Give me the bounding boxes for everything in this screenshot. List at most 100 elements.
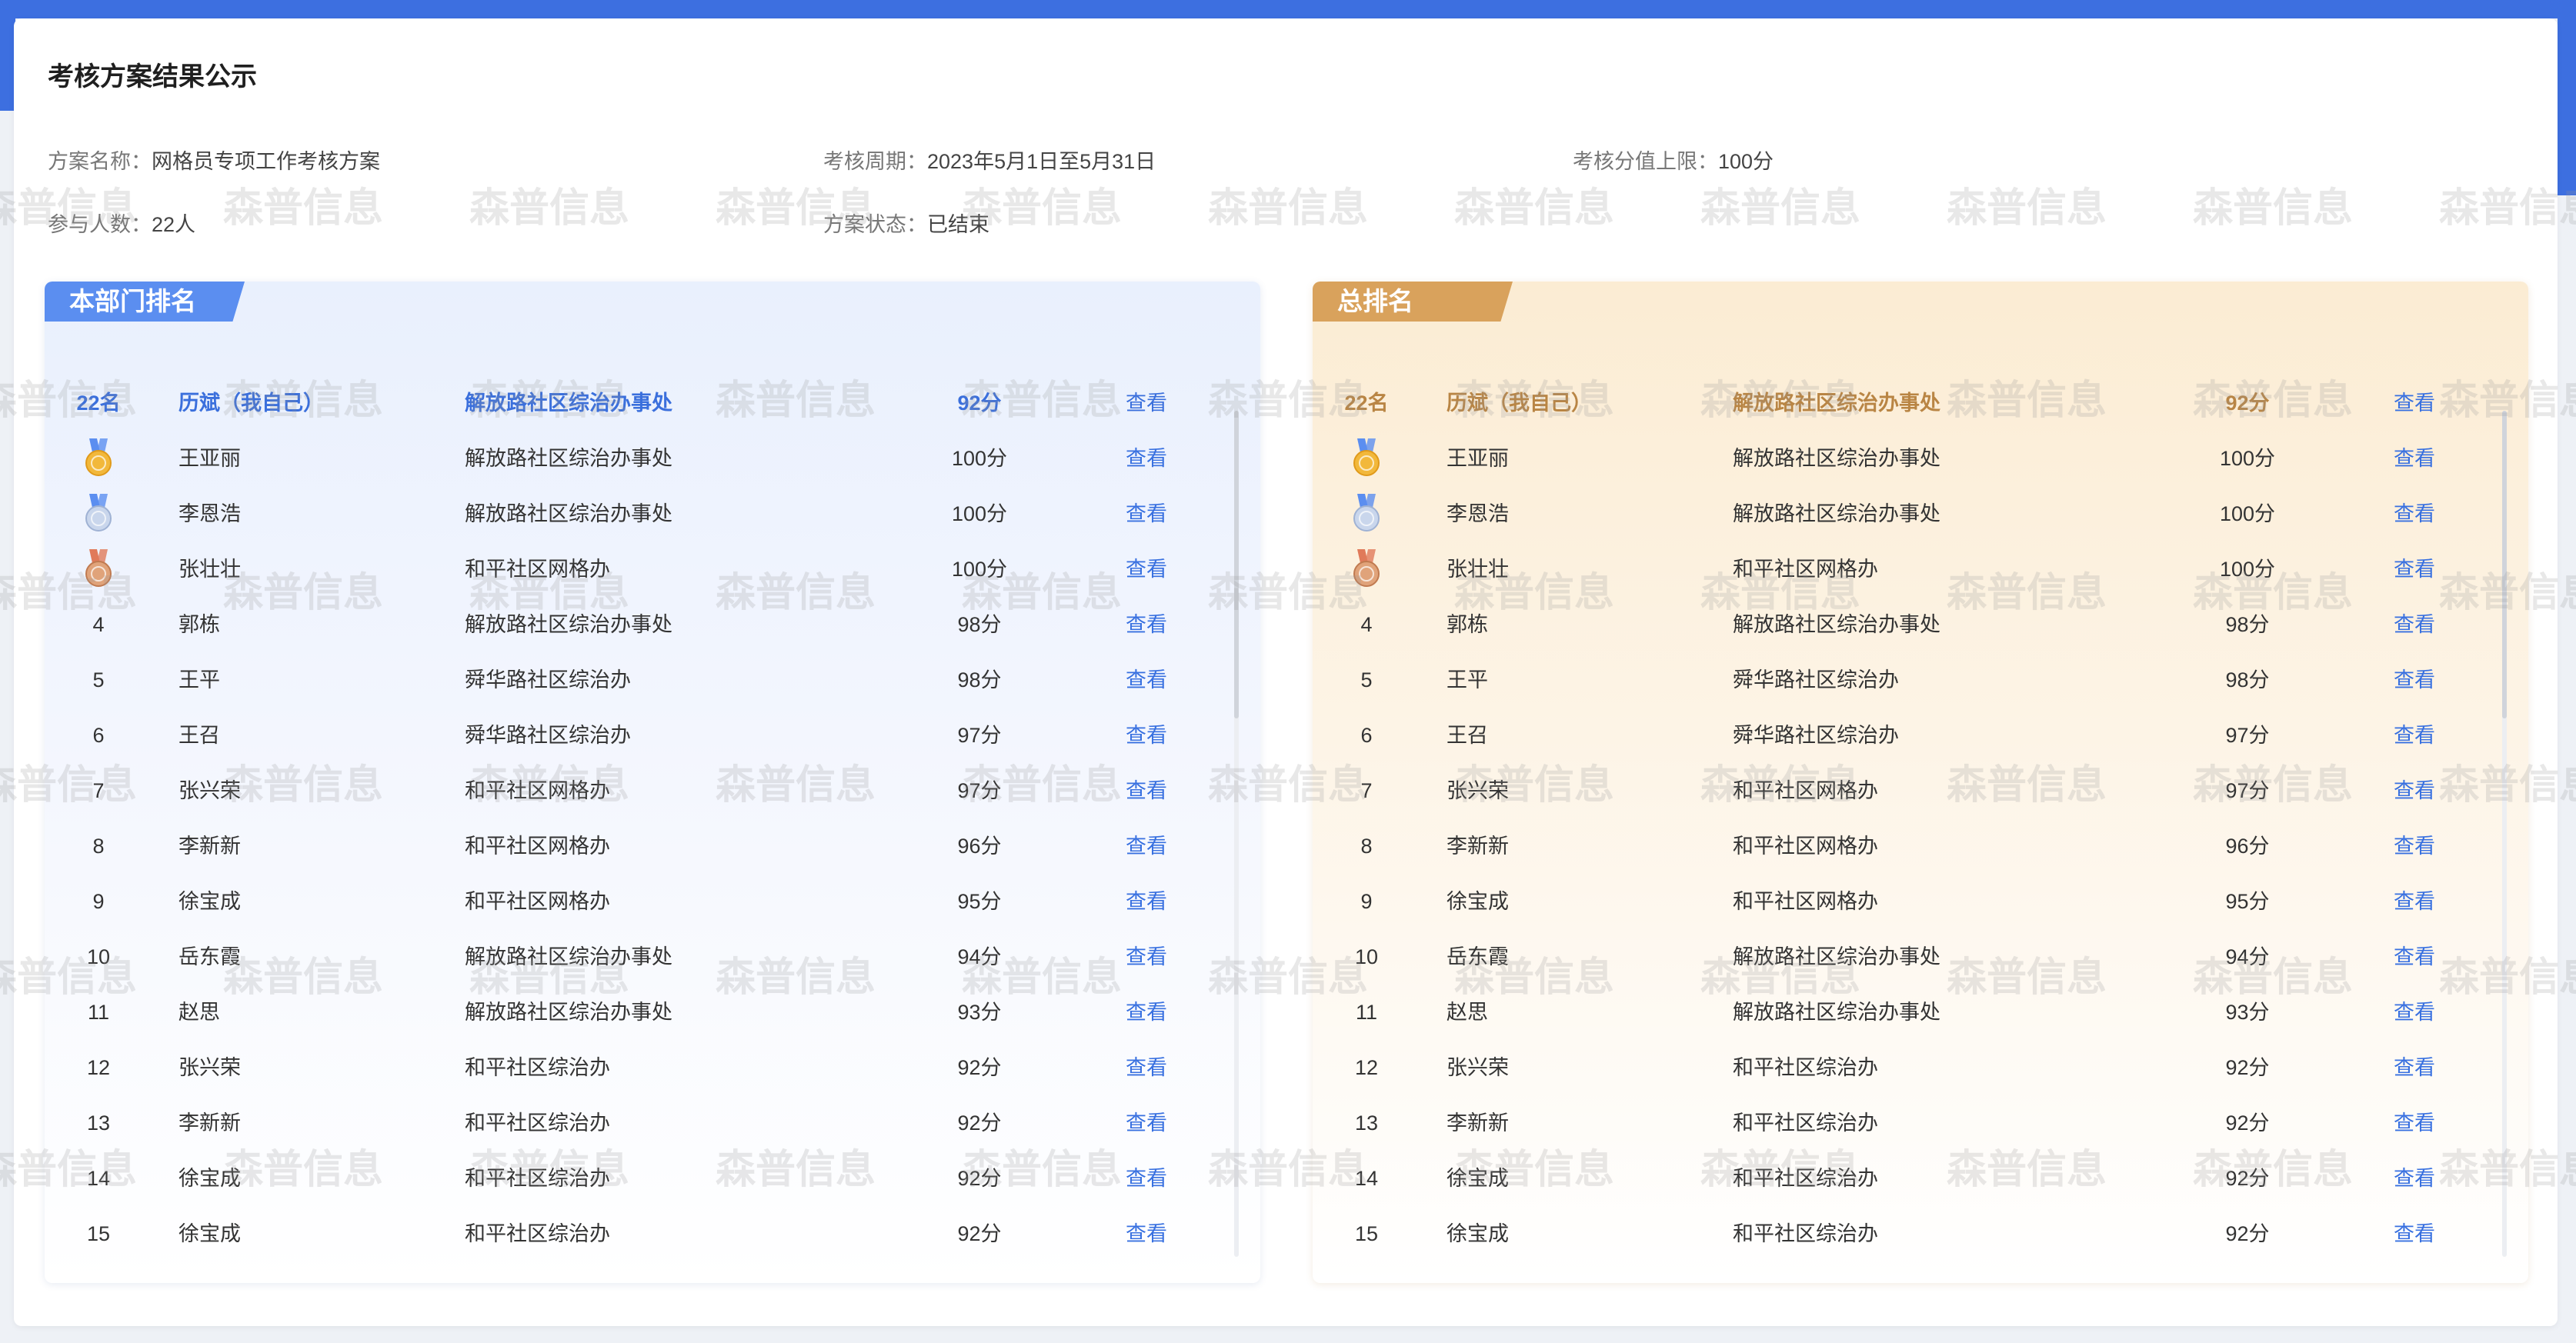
- view-link[interactable]: 查看: [1126, 652, 1167, 708]
- name-cell: 历斌（我自己）: [1446, 392, 1592, 415]
- view-link[interactable]: 查看: [1126, 763, 1167, 818]
- view-link[interactable]: 查看: [2394, 597, 2435, 652]
- rank-cell: 9: [92, 890, 105, 913]
- score-cell: 96分: [2225, 835, 2270, 858]
- view-link[interactable]: 查看: [2394, 431, 2435, 486]
- dept-cell: 和平社区网格办: [1733, 890, 1878, 913]
- name-cell: 赵思: [1446, 1001, 1488, 1024]
- score-cell: 100分: [2219, 558, 2276, 581]
- view-link[interactable]: 查看: [2394, 818, 2435, 874]
- view-link[interactable]: 查看: [2394, 1095, 2435, 1151]
- name-cell: 王亚丽: [1446, 447, 1509, 470]
- table-row: 15 徐宝成 和平社区综治办 92分 查看: [45, 1206, 1260, 1261]
- dept-cell: 和平社区网格办: [1733, 558, 1878, 581]
- name-cell: 张壮壮: [179, 558, 241, 581]
- view-link[interactable]: 查看: [1126, 1151, 1167, 1206]
- view-link[interactable]: 查看: [1126, 375, 1167, 431]
- view-link[interactable]: 查看: [1126, 818, 1167, 874]
- cycle-label: 考核周期：: [823, 150, 927, 173]
- view-link[interactable]: 查看: [1126, 1040, 1167, 1095]
- table-row: 5 王平 舜华路社区综治办 98分 查看: [45, 652, 1260, 708]
- name-cell: 岳东霞: [1446, 945, 1509, 968]
- view-link[interactable]: 查看: [2394, 929, 2435, 985]
- dept-cell: 解放路社区综治办事处: [465, 447, 672, 470]
- max-score-label: 考核分值上限：: [1573, 150, 1718, 173]
- rank-cell: 5: [1360, 668, 1373, 691]
- score-cell: 97分: [957, 779, 1002, 802]
- dept-cell: 和平社区网格办: [465, 890, 610, 913]
- table-row: 10 岳东霞 解放路社区综治办事处 94分 查看: [1313, 929, 2528, 985]
- dept-cell: 和平社区综治办: [1733, 1167, 1878, 1190]
- view-link[interactable]: 查看: [2394, 486, 2435, 542]
- view-link[interactable]: 查看: [2394, 375, 2435, 431]
- view-link[interactable]: 查看: [1126, 431, 1167, 486]
- name-cell: 王亚丽: [179, 447, 241, 470]
- dept-cell: 舜华路社区综治办: [465, 668, 631, 691]
- name-cell: 张兴荣: [179, 779, 241, 802]
- name-cell: 李新新: [1446, 835, 1509, 858]
- score-cell: 92分: [2225, 1222, 2270, 1245]
- table-row: 7 张兴荣 和平社区网格办 97分 查看: [45, 763, 1260, 818]
- dept-cell: 和平社区网格办: [465, 779, 610, 802]
- view-link[interactable]: 查看: [1126, 486, 1167, 542]
- table-row: 9 徐宝成 和平社区网格办 95分 查看: [45, 874, 1260, 929]
- name-cell: 徐宝成: [179, 890, 241, 913]
- rank-cell: 13: [1354, 1111, 1379, 1135]
- score-cell: 97分: [957, 724, 1002, 747]
- table-row: 12 张兴荣 和平社区综治办 92分 查看: [1313, 1040, 2528, 1095]
- view-link[interactable]: 查看: [2394, 542, 2435, 597]
- score-cell: 95分: [957, 890, 1002, 913]
- name-cell: 徐宝成: [1446, 1222, 1509, 1245]
- name-cell: 张壮壮: [1446, 558, 1509, 581]
- view-link[interactable]: 查看: [1126, 929, 1167, 985]
- dept-ranking-self-row: 22名 历斌（我自己） 解放路社区综治办事处 92分 查看: [45, 375, 1260, 431]
- dept-cell: 解放路社区综治办事处: [1733, 447, 1940, 470]
- dept-cell: 舜华路社区综治办: [1733, 668, 1899, 691]
- rank-cell: 4: [92, 613, 105, 636]
- view-link[interactable]: 查看: [1126, 597, 1167, 652]
- table-row: 14 徐宝成 和平社区综治办 92分 查看: [1313, 1151, 2528, 1206]
- view-link[interactable]: 查看: [1126, 985, 1167, 1040]
- name-cell: 张兴荣: [179, 1056, 241, 1079]
- rank-cell: 12: [86, 1056, 111, 1079]
- view-link[interactable]: 查看: [2394, 985, 2435, 1040]
- table-row: 6 王召 舜华路社区综治办 97分 查看: [45, 708, 1260, 763]
- status-info: 方案状态：已结束: [823, 208, 989, 238]
- dept-cell: 解放路社区综治办事处: [1733, 392, 1940, 415]
- view-link[interactable]: 查看: [2394, 1040, 2435, 1095]
- dept-ranking-panel: 本部门排名 22名 历斌（我自己） 解放路社区综治办事处 92分 查看 王亚丽 解放路社区综…: [45, 282, 1260, 1283]
- dept-cell: 和平社区综治办: [1733, 1222, 1878, 1245]
- view-link[interactable]: 查看: [2394, 763, 2435, 818]
- view-link[interactable]: 查看: [1126, 542, 1167, 597]
- name-cell: 张兴荣: [1446, 779, 1509, 802]
- score-cell: 92分: [2225, 1167, 2270, 1190]
- name-cell: 王召: [179, 724, 220, 747]
- gold-medal-icon: [1313, 431, 1420, 486]
- cycle-value: 2023年5月1日至5月31日: [927, 150, 1156, 173]
- dept-cell: 和平社区综治办: [465, 1222, 610, 1245]
- table-row: 4 郭栋 解放路社区综治办事处 98分 查看: [45, 597, 1260, 652]
- table-row: 8 李新新 和平社区网格办 96分 查看: [1313, 818, 2528, 874]
- score-cell: 100分: [951, 447, 1008, 470]
- view-link[interactable]: 查看: [1126, 874, 1167, 929]
- name-cell: 徐宝成: [1446, 1167, 1509, 1190]
- top-bar: [0, 0, 2576, 18]
- view-link[interactable]: 查看: [2394, 874, 2435, 929]
- view-link[interactable]: 查看: [1126, 708, 1167, 763]
- view-link[interactable]: 查看: [2394, 1206, 2435, 1261]
- table-row: 8 李新新 和平社区网格办 96分 查看: [45, 818, 1260, 874]
- view-link[interactable]: 查看: [1126, 1206, 1167, 1261]
- view-link[interactable]: 查看: [2394, 708, 2435, 763]
- rank-cell: 7: [1360, 779, 1373, 802]
- view-link[interactable]: 查看: [2394, 1151, 2435, 1206]
- participants-value: 22人: [152, 213, 196, 236]
- participants-info: 参与人数：22人: [48, 208, 195, 238]
- view-link[interactable]: 查看: [1126, 1095, 1167, 1151]
- view-link[interactable]: 查看: [2394, 652, 2435, 708]
- dept-cell: 和平社区网格办: [465, 558, 610, 581]
- dept-cell: 舜华路社区综治办: [465, 724, 631, 747]
- dept-cell: 和平社区网格办: [1733, 779, 1878, 802]
- name-cell: 徐宝成: [1446, 890, 1509, 913]
- dept-cell: 解放路社区综治办事处: [1733, 613, 1940, 636]
- cycle-info: 考核周期：2023年5月1日至5月31日: [823, 145, 1156, 175]
